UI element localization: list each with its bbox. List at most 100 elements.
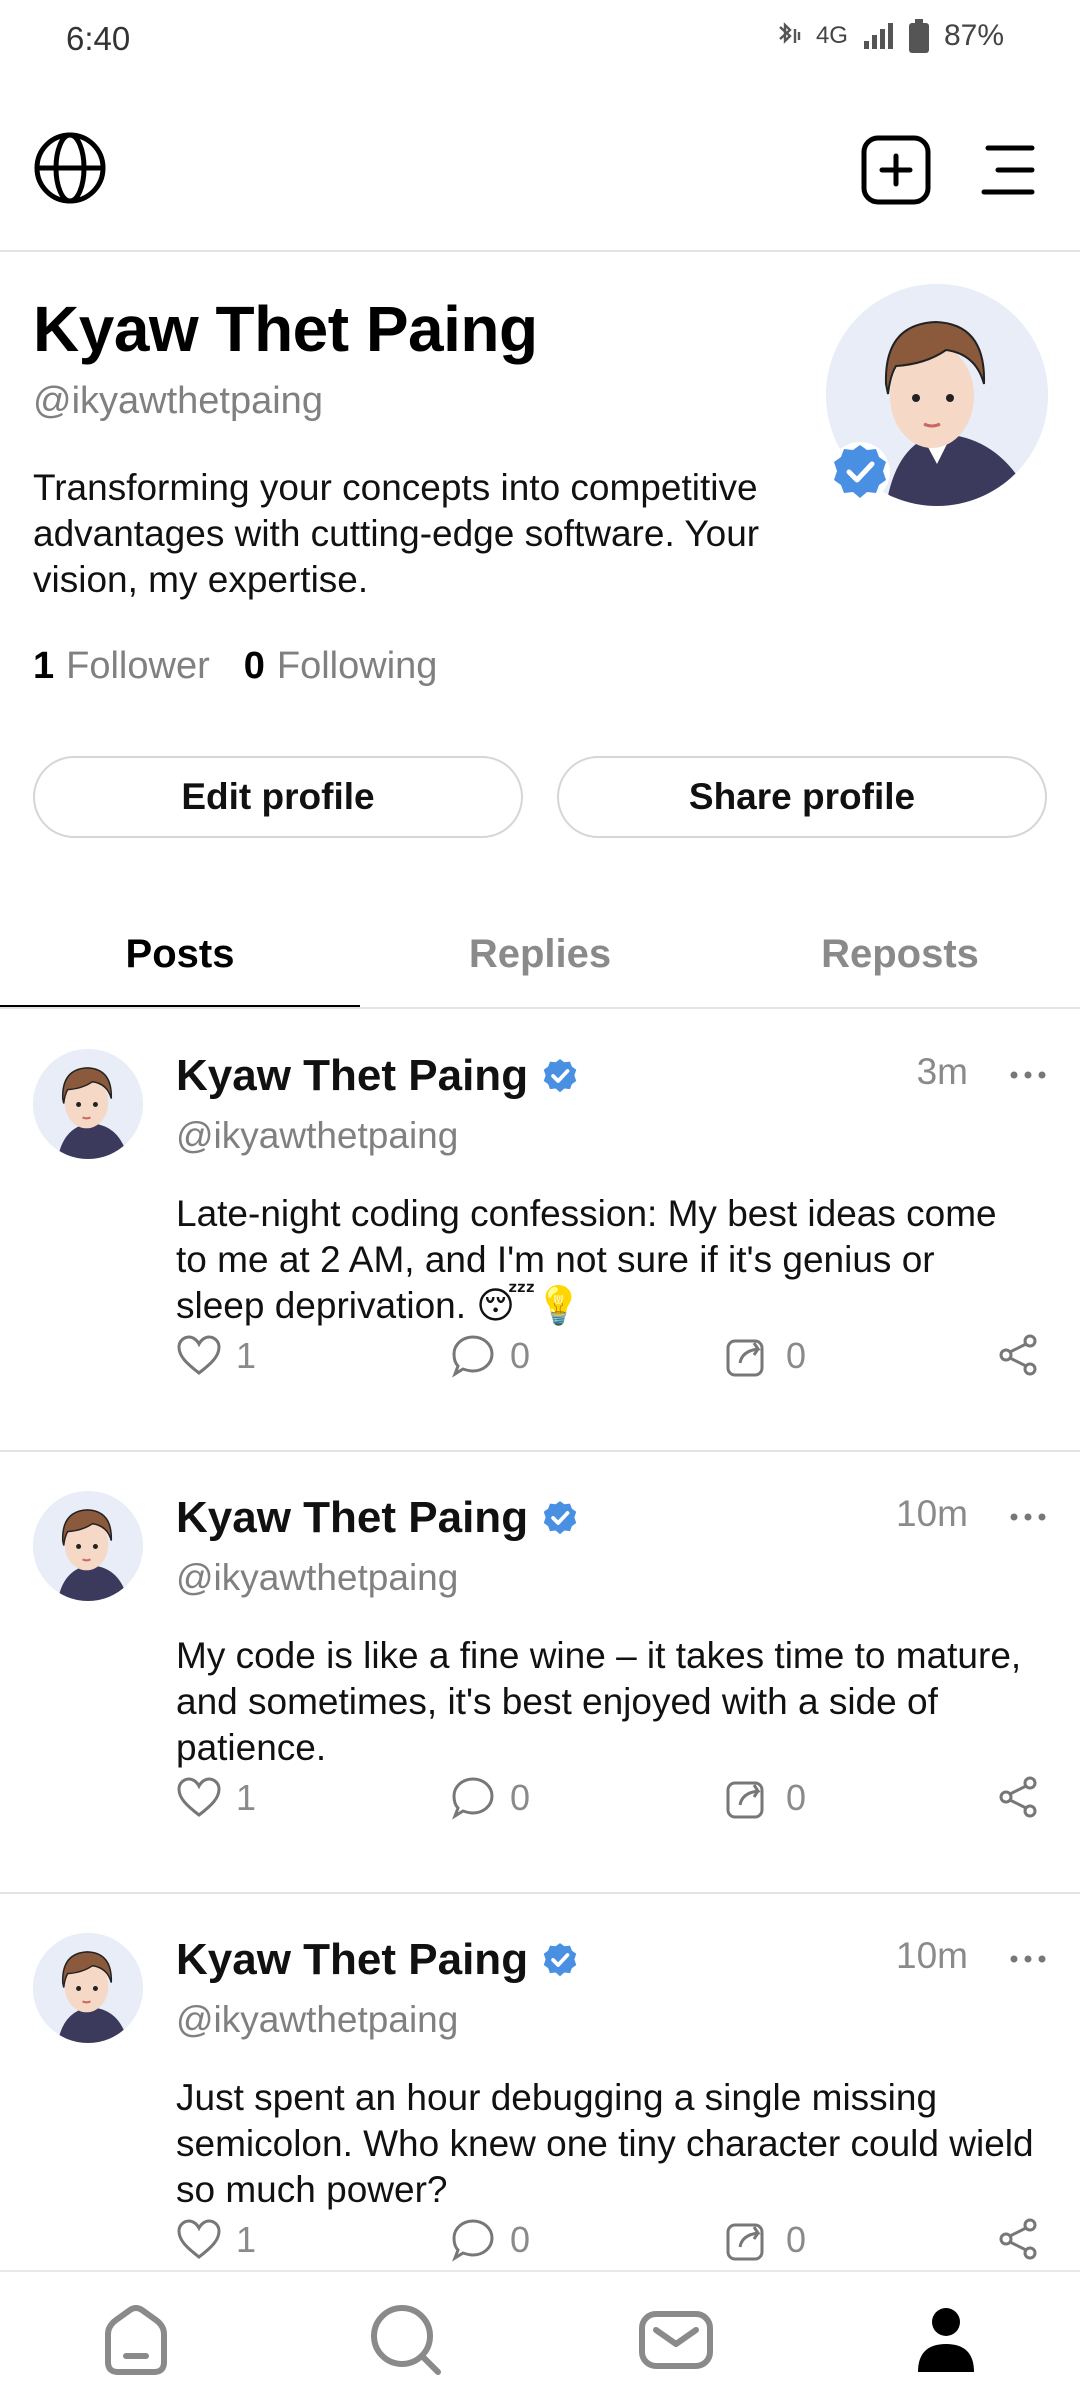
post-actions: 1 0 0 <box>176 2217 1046 2273</box>
post-text: My code is like a fine wine – it takes t… <box>176 1635 1022 1768</box>
comment-count: 0 <box>510 1335 531 1376</box>
home-icon[interactable] <box>96 2300 176 2380</box>
avatar[interactable] <box>33 1933 143 2043</box>
post-handle: @ikyawthetpaing <box>176 1999 459 2040</box>
share-icon <box>999 1334 1037 1376</box>
profile-name: Kyaw Thet Paing <box>33 293 538 365</box>
following-count: 0 <box>243 645 265 687</box>
profile-tabs: Posts Replies Reposts <box>0 900 1080 1008</box>
status-icons: 4G 87% <box>768 18 1004 54</box>
status-time: 6:40 <box>66 20 131 57</box>
signal-icon <box>863 23 893 49</box>
post-handle: @ikyawthetpaing <box>176 1115 459 1156</box>
like-button[interactable]: 1 <box>176 2217 256 2263</box>
like-count: 1 <box>236 1777 257 1818</box>
comment-button[interactable]: 0 <box>450 1333 530 1379</box>
repost-icon <box>726 1339 764 1377</box>
inbox-icon[interactable] <box>636 2300 716 2380</box>
heart-icon <box>177 1777 221 1817</box>
post-time: 10m <box>896 1493 968 1534</box>
repost-icon <box>726 1781 764 1819</box>
verified-badge-icon <box>830 442 890 502</box>
like-button[interactable]: 1 <box>176 1775 256 1821</box>
bottom-nav <box>0 2270 1080 2408</box>
post-author[interactable]: Kyaw Thet Paing <box>176 1051 580 1101</box>
verified-badge-icon <box>543 1943 577 1977</box>
top-bar <box>0 120 1080 220</box>
repost-icon <box>726 2223 764 2261</box>
more-options-icon[interactable] <box>1008 1507 1048 1527</box>
avatar-illustration <box>33 1049 143 1159</box>
share-icon <box>999 1776 1037 1818</box>
tab-reposts[interactable]: Reposts <box>720 900 1080 1008</box>
following-link[interactable]: 0 Following <box>244 645 438 688</box>
repost-button[interactable]: 0 <box>724 1775 806 1821</box>
post-author-name: Kyaw Thet Paing <box>176 1935 529 1984</box>
share-button[interactable] <box>996 1775 1040 1819</box>
heart-icon <box>177 1335 221 1375</box>
followers-link[interactable]: 1 Follower <box>33 645 210 688</box>
tab-replies[interactable]: Replies <box>360 900 720 1008</box>
top-divider <box>0 250 1080 252</box>
comment-icon <box>452 1777 494 1820</box>
post-text: Just spent an hour debugging a single mi… <box>176 2077 1034 2210</box>
followers-count: 1 <box>33 645 55 687</box>
comment-icon <box>452 2219 494 2262</box>
comment-count: 0 <box>510 1777 531 1818</box>
search-icon[interactable] <box>366 2300 446 2380</box>
post-item[interactable]: Kyaw Thet Paing @ikyawthetpaing 10m Just… <box>0 1893 1080 2335</box>
bluetooth-vibrate-icon <box>779 22 801 44</box>
verified-badge-icon <box>543 1059 577 1093</box>
post-actions: 1 0 0 <box>176 1333 1046 1389</box>
comment-button[interactable]: 0 <box>450 1775 530 1821</box>
more-options-icon[interactable] <box>1008 1065 1048 1085</box>
avatar[interactable] <box>33 1491 143 1601</box>
followers-label: Follower <box>66 645 210 687</box>
profile-handle: @ikyawthetpaing <box>33 380 323 422</box>
new-post-button[interactable] <box>860 134 932 206</box>
share-profile-button[interactable]: Share profile <box>557 756 1047 838</box>
menu-icon[interactable] <box>980 142 1036 198</box>
post-author[interactable]: Kyaw Thet Paing <box>176 1493 580 1543</box>
post-time: 3m <box>916 1051 968 1092</box>
edit-profile-button[interactable]: Edit profile <box>33 756 523 838</box>
verified-badge-icon <box>543 1501 577 1535</box>
post-actions: 1 0 0 <box>176 1775 1046 1831</box>
repost-count: 0 <box>786 2219 807 2260</box>
battery-level: 87% <box>943 19 1004 52</box>
profile-stats: 1 Follower 0 Following <box>33 645 437 688</box>
avatar-illustration <box>33 1491 143 1601</box>
tab-posts[interactable]: Posts <box>0 900 360 1008</box>
post-item[interactable]: Kyaw Thet Paing @ikyawthetpaing 10m My c… <box>0 1451 1080 1893</box>
post-handle: @ikyawthetpaing <box>176 1557 459 1598</box>
avatar[interactable] <box>33 1049 143 1159</box>
profile-icon[interactable] <box>906 2300 986 2380</box>
repost-button[interactable]: 0 <box>724 2217 806 2263</box>
battery-icon <box>908 19 929 53</box>
post-author-name: Kyaw Thet Paing <box>176 1051 529 1100</box>
repost-count: 0 <box>786 1777 807 1818</box>
profile-actions: Edit profile Share profile <box>33 756 1047 838</box>
like-button[interactable]: 1 <box>176 1333 256 1379</box>
post-time: 10m <box>896 1935 968 1976</box>
post-text: Late-night coding confession: My best id… <box>176 1193 997 1326</box>
comment-button[interactable]: 0 <box>450 2217 530 2263</box>
post-item[interactable]: Kyaw Thet Paing @ikyawthetpaing 3m Late-… <box>0 1009 1080 1451</box>
profile-bio: Transforming your concepts into competit… <box>33 467 760 600</box>
repost-button[interactable]: 0 <box>724 1333 806 1379</box>
share-button[interactable] <box>996 2217 1040 2261</box>
status-bar: 6:40 4G 87% <box>0 0 1080 80</box>
repost-count: 0 <box>786 1335 807 1376</box>
share-icon <box>999 2218 1037 2260</box>
comment-icon <box>452 1335 494 1378</box>
share-button[interactable] <box>996 1333 1040 1377</box>
globe-icon[interactable] <box>32 130 108 206</box>
post-author-name: Kyaw Thet Paing <box>176 1493 529 1542</box>
like-count: 1 <box>236 1335 257 1376</box>
like-count: 1 <box>236 2219 257 2260</box>
post-author[interactable]: Kyaw Thet Paing <box>176 1935 580 1985</box>
comment-count: 0 <box>510 2219 531 2260</box>
following-label: Following <box>276 645 438 687</box>
network-type: 4G <box>815 22 848 49</box>
more-options-icon[interactable] <box>1008 1949 1048 1969</box>
